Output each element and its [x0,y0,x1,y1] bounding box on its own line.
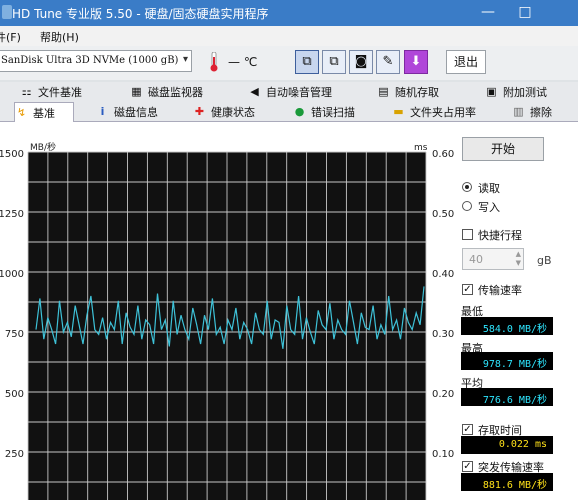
tab-label: 错误扫描 [311,106,355,119]
minimize-button[interactable]: — [478,3,498,21]
window-title: HD Tune 专业版 5.50 - 硬盘/固态硬盘实用程序 [12,7,269,21]
down-arrow-icon: ⬇ [410,54,422,69]
tab-health[interactable]: ✚ 健康状态 [193,104,255,122]
copy-all-icon: ⧉ [329,54,339,69]
y-tick-right: 0.40 [432,269,454,280]
tab-label: 磁盘监视器 [148,86,203,99]
copy-icon: ⧉ [302,54,312,69]
access-time-checkbox[interactable]: ✓ [462,424,473,435]
burst-rate-value: 881.6 MB/秒 [461,473,553,491]
benchmark-icon: ↯ [16,106,27,119]
temperature-readout: — ℃ [228,55,258,69]
tab-aam[interactable]: ◀ 自动噪音管理 [248,84,332,102]
tab-label: 擦除 [530,106,552,119]
write-label: 写入 [478,201,500,214]
file-benchmark-icon: ⚏ [21,85,32,98]
drive-select-value: SanDisk Ultra 3D NVMe (1000 gB) [1,55,179,66]
menu-help[interactable]: 帮助(H) [40,29,79,45]
transfer-rate-checkbox[interactable]: ✓ [462,284,473,295]
avg-value: 776.6 MB/秒 [461,388,553,406]
left-unit-label: MB/秒 [30,141,56,153]
save-button[interactable]: ⬇ [404,50,428,74]
short-stroke-value: 40 [469,253,483,266]
spin-down-icon[interactable]: ▼ [516,259,521,267]
min-value: 584.0 MB/秒 [461,317,553,335]
trash-icon: ▥ [513,105,524,118]
max-value: 978.7 MB/秒 [461,352,553,370]
random-access-icon: ▤ [378,85,389,98]
access-time-value: 0.022 ms [461,436,553,454]
right-unit-label: ms [414,143,428,153]
info-icon: i [100,105,105,118]
tab-row-bottom: ↯ 基准 i 磁盘信息 ✚ 健康状态 ● 错误扫描 ▬ 文件夹占用率 ▥ 擦除 [0,102,578,123]
thermometer-icon [210,52,218,72]
tab-label: 磁盘信息 [114,106,158,119]
y-tick-right: 0.10 [432,449,454,460]
chevron-down-icon: ▾ [182,54,188,65]
camera-icon: ◙ [354,54,368,69]
app-icon [2,5,12,19]
tab-disk-info[interactable]: i 磁盘信息 [96,104,158,122]
title-bar: HD Tune 专业版 5.50 - 硬盘/固态硬盘实用程序 — □ [0,0,578,26]
wrench-icon: ✎ [382,54,394,69]
folder-icon: ▬ [393,105,404,118]
options-button[interactable]: ✎ [376,50,400,74]
tab-label: 随机存取 [395,86,439,99]
tab-label: 文件夹占用率 [410,106,476,119]
y-tick-left: 500 [5,389,24,400]
short-stroke-label: 快捷行程 [478,229,522,242]
tab-folder-usage[interactable]: ▬ 文件夹占用率 [392,104,476,122]
write-radio[interactable] [462,201,472,211]
magnifier-icon: ● [294,105,305,118]
tab-benchmark[interactable]: ↯ 基准 [14,102,74,123]
y-tick-right: 0.20 [432,389,454,400]
short-stroke-spinner[interactable]: 40 ▲ ▼ [462,248,524,270]
speaker-icon: ◀ [250,85,259,98]
y-tick-right: 0.60 [432,149,454,160]
health-cross-icon: ✚ [194,105,205,118]
read-label: 读取 [478,182,500,195]
extra-tests-icon: ▣ [486,85,497,98]
tab-file-benchmark[interactable]: ⚏ 文件基准 [20,84,82,102]
read-radio[interactable] [462,182,472,192]
spin-up-icon[interactable]: ▲ [516,250,521,258]
tab-label: 附加测试 [503,86,547,99]
y-tick-left: 1500 [0,149,24,160]
transfer-rate-label: 传输速率 [478,284,522,297]
tab-error-scan[interactable]: ● 错误扫描 [293,104,355,122]
disk-monitor-icon: ▦ [131,85,142,98]
tab-label: 自动噪音管理 [266,86,332,99]
drive-select[interactable]: SanDisk Ultra 3D NVMe (1000 gB) ▾ [0,50,192,72]
tab-label: 文件基准 [38,86,82,99]
copy-info-button[interactable]: ⧉ [295,50,319,74]
y-tick-left: 750 [5,329,24,340]
toolbar: SanDisk Ultra 3D NVMe (1000 gB) ▾ — ℃ ⧉ … [0,46,578,80]
maximize-button[interactable]: □ [515,3,535,21]
tab-label: 健康状态 [211,106,255,119]
tab-erase[interactable]: ▥ 擦除 [512,104,552,122]
y-tick-left: 1000 [0,269,24,280]
start-button[interactable]: 开始 [462,137,544,161]
short-stroke-unit: gB [537,254,552,267]
tab-label: 基准 [33,107,55,120]
exit-button[interactable]: 退出 [446,50,486,74]
screenshot-button[interactable]: ◙ [349,50,373,74]
tab-disk-monitor[interactable]: ▦ 磁盘监视器 [130,84,203,102]
menu-file[interactable]: 文件(F) [0,29,21,45]
benchmark-chart: MB/秒 ms 1500 1250 1000 750 500 250 0.60 … [0,141,454,500]
y-tick-right: 0.50 [432,209,454,220]
short-stroke-checkbox[interactable] [462,229,473,240]
tab-row-top: ⚏ 文件基准 ▦ 磁盘监视器 ◀ 自动噪音管理 ▤ 随机存取 ▣ 附加测试 [0,82,578,102]
y-tick-right: 0.30 [432,329,454,340]
menu-bar: 文件(F) 帮助(H) [0,26,578,46]
burst-rate-checkbox[interactable]: ✓ [462,461,473,472]
tab-extra-tests[interactable]: ▣ 附加测试 [485,84,547,102]
y-tick-left: 250 [5,449,24,460]
y-tick-left: 1250 [0,209,24,220]
copy-all-button[interactable]: ⧉ [322,50,346,74]
tab-random-access[interactable]: ▤ 随机存取 [377,84,439,102]
